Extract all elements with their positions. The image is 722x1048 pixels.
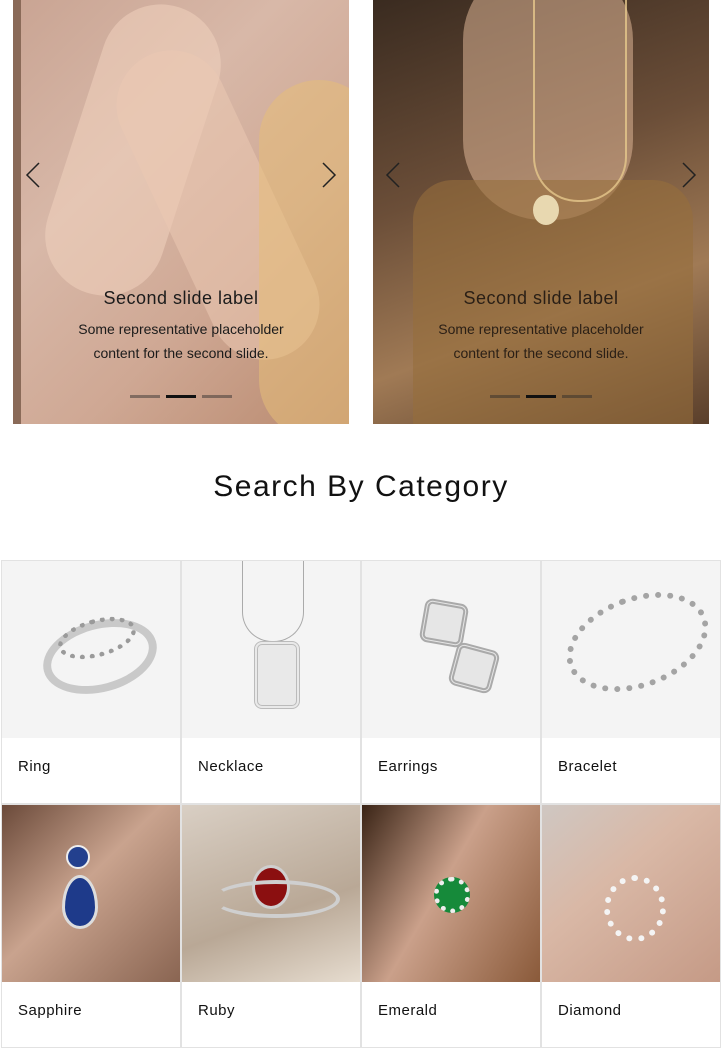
diamond-image bbox=[542, 805, 720, 982]
category-card-necklace[interactable]: Necklace bbox=[181, 560, 361, 804]
ring-image bbox=[2, 561, 180, 738]
chevron-right-icon bbox=[322, 162, 337, 188]
slide-image-hair bbox=[259, 80, 349, 424]
carousel-next-button[interactable] bbox=[317, 160, 341, 190]
hero-carousel-2[interactable]: Second slide label Some representative p… bbox=[373, 0, 709, 424]
indicator-slide-1[interactable] bbox=[130, 395, 160, 398]
category-card-ring[interactable]: Ring bbox=[1, 560, 181, 804]
slide-image-pendant bbox=[533, 195, 559, 225]
category-name: Necklace bbox=[198, 758, 264, 775]
indicator-slide-2[interactable] bbox=[526, 395, 556, 398]
category-card-emerald[interactable]: Emerald bbox=[361, 804, 541, 1048]
bracelet-image bbox=[542, 561, 720, 738]
category-grid: Ring Necklace Earrings Bracelet Sapphire… bbox=[1, 560, 721, 1048]
carousel-prev-button[interactable] bbox=[21, 160, 45, 190]
carousel-caption: Second slide label Some representative p… bbox=[373, 288, 709, 365]
category-card-diamond[interactable]: Diamond bbox=[541, 804, 721, 1048]
necklace-image bbox=[182, 561, 360, 738]
indicator-slide-2[interactable] bbox=[166, 395, 196, 398]
chevron-right-icon bbox=[682, 162, 697, 188]
category-card-ruby[interactable]: Ruby bbox=[181, 804, 361, 1048]
caption-label: Second slide label bbox=[463, 288, 619, 308]
category-card-bracelet[interactable]: Bracelet bbox=[541, 560, 721, 804]
caption-label: Second slide label bbox=[103, 288, 259, 308]
slide-image-chain bbox=[533, 0, 627, 202]
ruby-image bbox=[182, 805, 360, 982]
earrings-image bbox=[362, 561, 540, 738]
carousel-indicators bbox=[373, 395, 709, 398]
chevron-left-icon bbox=[25, 162, 40, 188]
sapphire-image bbox=[2, 805, 180, 982]
indicator-slide-1[interactable] bbox=[490, 395, 520, 398]
category-name: Ring bbox=[18, 758, 51, 775]
carousel-prev-button[interactable] bbox=[381, 160, 405, 190]
category-name: Bracelet bbox=[558, 758, 618, 775]
carousel-indicators bbox=[13, 395, 349, 398]
emerald-image bbox=[362, 805, 540, 982]
category-name: Sapphire bbox=[18, 1002, 83, 1019]
category-name: Earrings bbox=[378, 758, 438, 775]
section-title: Search By Category bbox=[213, 470, 509, 503]
chevron-left-icon bbox=[385, 162, 400, 188]
category-name: Ruby bbox=[198, 1002, 236, 1019]
indicator-slide-3[interactable] bbox=[202, 395, 232, 398]
carousel-next-button[interactable] bbox=[677, 160, 701, 190]
category-name: Diamond bbox=[558, 1002, 622, 1019]
category-card-earrings[interactable]: Earrings bbox=[361, 560, 541, 804]
category-card-sapphire[interactable]: Sapphire bbox=[1, 804, 181, 1048]
carousel-caption: Second slide label Some representative p… bbox=[13, 288, 349, 365]
caption-text: Some representative placeholder content … bbox=[78, 321, 284, 361]
hero-carousel-1[interactable]: Second slide label Some representative p… bbox=[13, 0, 349, 424]
category-name: Emerald bbox=[378, 1002, 438, 1019]
indicator-slide-3[interactable] bbox=[562, 395, 592, 398]
caption-text: Some representative placeholder content … bbox=[438, 321, 644, 361]
